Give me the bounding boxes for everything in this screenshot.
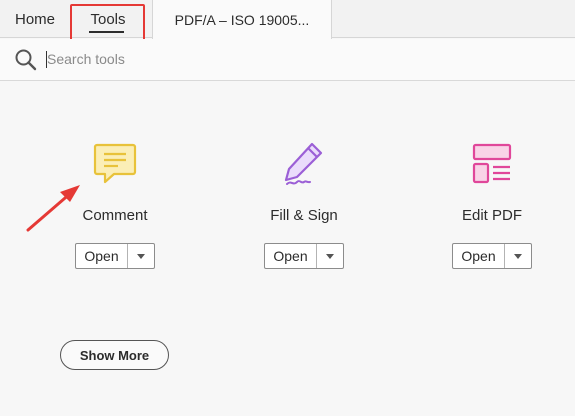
tool-fill-sign-label: Fill & Sign xyxy=(270,207,338,224)
comment-icon[interactable] xyxy=(90,140,140,190)
tool-comment: Comment Open xyxy=(40,140,190,270)
tool-edit-pdf: Edit PDF Open xyxy=(417,140,567,270)
comment-open-button[interactable]: Open xyxy=(76,244,128,268)
search-input[interactable] xyxy=(47,48,347,70)
search-bar xyxy=(0,39,575,81)
fill-sign-icon[interactable] xyxy=(279,140,329,190)
fill-sign-open-button[interactable]: Open xyxy=(265,244,317,268)
chevron-down-icon xyxy=(514,253,522,259)
tab-bar: Home Tools PDF/A – ISO 19005... xyxy=(0,0,575,44)
chevron-down-icon xyxy=(326,253,334,259)
tab-tools[interactable]: Tools xyxy=(70,0,146,44)
open-split-button: Open xyxy=(75,243,155,269)
tab-home-label: Home xyxy=(14,10,55,28)
comment-open-dropdown[interactable] xyxy=(128,244,154,268)
show-more-button[interactable]: Show More xyxy=(60,340,169,370)
edit-pdf-icon[interactable] xyxy=(467,140,517,190)
tab-document[interactable]: PDF/A – ISO 19005... xyxy=(152,0,332,39)
tool-fill-sign: Fill & Sign Open xyxy=(229,140,379,270)
edit-pdf-open-button[interactable]: Open xyxy=(453,244,505,268)
open-split-button: Open xyxy=(452,243,532,269)
active-tab-indicator xyxy=(89,31,124,33)
open-split-button: Open xyxy=(264,243,344,269)
tool-comment-label: Comment xyxy=(82,207,148,224)
fill-sign-open-dropdown[interactable] xyxy=(317,244,343,268)
search-icon[interactable] xyxy=(14,48,38,72)
chevron-down-icon xyxy=(137,253,145,259)
tab-home[interactable]: Home xyxy=(0,0,70,38)
tab-tools-label: Tools xyxy=(90,10,126,28)
edit-pdf-open-dropdown[interactable] xyxy=(505,244,531,268)
tab-document-label: PDF/A – ISO 19005... xyxy=(174,11,310,28)
tool-edit-pdf-label: Edit PDF xyxy=(461,207,522,224)
